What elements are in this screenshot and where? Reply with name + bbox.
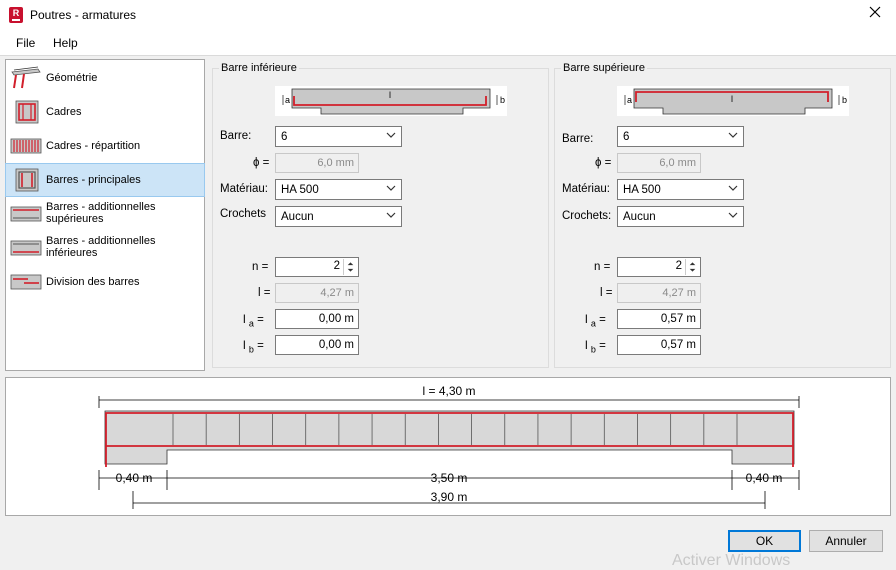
sidebar-item-barres-add-sup[interactable]: Barres - additionnelles supérieures: [6, 198, 204, 230]
diagram-label-l: l: [389, 90, 391, 100]
upper-l-label: l =: [600, 287, 613, 299]
sidebar-item-label: Barres - additionnelles supérieures: [46, 201, 156, 225]
menu-file[interactable]: File: [16, 36, 35, 50]
diagram-label-a: a: [627, 95, 632, 105]
upper-l-field: 4,27 m: [617, 283, 701, 303]
spin-arrows-icon[interactable]: [685, 259, 699, 275]
menu-divider: [0, 55, 896, 56]
upper-bar-select[interactable]: 6: [617, 126, 744, 147]
main-bars-icon: [15, 168, 39, 192]
lower-material-select[interactable]: HA 500: [275, 179, 402, 200]
sidebar-item-label: Cadres: [46, 106, 82, 118]
title-bar: R Poutres - armatures: [0, 0, 896, 31]
lower-hooks-label: Crochets: [220, 208, 267, 220]
chevron-down-icon: [728, 212, 738, 218]
lower-n-stepper[interactable]: 2: [275, 257, 359, 277]
lower-bar-diagram: a l b: [275, 86, 507, 116]
lower-additional-bars-icon: [10, 240, 42, 256]
cancel-button[interactable]: Annuler: [809, 530, 883, 552]
lower-bar-select[interactable]: 6: [275, 126, 402, 147]
chevron-down-icon: [386, 185, 396, 191]
beam-preview-panel: l = 4,30 m 0,40 m 3,50 m 0,40 m 3,90 m: [5, 377, 891, 516]
sidebar-item-cadres[interactable]: Cadres: [6, 96, 204, 128]
diagram-label-a: a: [285, 95, 290, 105]
upper-bar-diagram: a l b: [617, 86, 849, 116]
total-length-label: l = 4,30 m: [422, 384, 475, 398]
sidebar-item-division-barres[interactable]: Division des barres: [6, 266, 204, 298]
sidebar-item-barres-principales[interactable]: Barres - principales: [5, 163, 205, 197]
upper-bar-title: Barre supérieure: [561, 62, 647, 74]
lower-bar-select-value: 6: [281, 131, 288, 143]
close-icon[interactable]: [868, 5, 882, 24]
sidebar-item-label: Cadres - répartition: [46, 140, 141, 152]
chevron-down-icon: [386, 212, 396, 218]
upper-lb-input[interactable]: 0,57 m: [617, 335, 701, 355]
sidebar-item-barres-add-inf[interactable]: Barres - additionnelles inférieures: [6, 232, 204, 264]
beam-elevation-drawing: l = 4,30 m 0,40 m 3,50 m 0,40 m 3,90 m: [98, 384, 800, 509]
lower-hooks-select-value: Aucun: [281, 211, 314, 223]
upper-additional-bars-icon: [10, 206, 42, 222]
lower-bar-title: Barre inférieure: [219, 62, 299, 74]
diagram-label-l: l: [731, 94, 733, 104]
lower-n-label: n =: [252, 261, 269, 273]
upper-hooks-label: Crochets:: [562, 210, 612, 222]
menu-bar: File Help: [0, 31, 896, 55]
chevron-down-icon: [728, 132, 738, 138]
sidebar-nav: Géométrie Cadres Cadres - répartition Ba…: [5, 59, 205, 371]
chevron-down-icon: [728, 185, 738, 191]
upper-phi-field: 6,0 mm: [617, 153, 701, 173]
sidebar-item-label: Géométrie: [46, 72, 98, 84]
app-icon: R: [9, 7, 23, 23]
bar-division-icon: [10, 274, 42, 290]
stirrups-icon: [15, 100, 39, 124]
axis-span-label: 3,90 m: [431, 490, 468, 504]
upper-material-select-value: HA 500: [623, 184, 661, 196]
sidebar-item-geometrie[interactable]: Géométrie: [6, 62, 204, 94]
upper-material-select[interactable]: HA 500: [617, 179, 744, 200]
lower-material-label: Matériau:: [220, 183, 268, 195]
lower-phi-label: ϕ =: [253, 157, 270, 169]
beam-geometry-icon: [11, 66, 41, 89]
upper-n-stepper[interactable]: 2: [617, 257, 701, 277]
sidebar-item-label: Division des barres: [46, 276, 140, 288]
upper-la-input[interactable]: 0,57 m: [617, 309, 701, 329]
clear-span-label: 3,50 m: [431, 471, 468, 485]
left-support-label: 0,40 m: [116, 471, 153, 485]
upper-phi-label: ϕ =: [595, 157, 612, 169]
upper-n-label: n =: [594, 261, 611, 273]
window-title: Poutres - armatures: [30, 8, 137, 22]
lower-la-input[interactable]: 0,00 m: [275, 309, 359, 329]
upper-bar-label: Barre:: [562, 133, 594, 145]
upper-material-label: Matériau:: [562, 183, 610, 195]
upper-hooks-select[interactable]: Aucun: [617, 206, 744, 227]
right-support-label: 0,40 m: [746, 471, 783, 485]
lower-hooks-select[interactable]: Aucun: [275, 206, 402, 227]
lower-lb-input[interactable]: 0,00 m: [275, 335, 359, 355]
lower-n-value: 2: [333, 260, 340, 272]
lower-l-field: 4,27 m: [275, 283, 359, 303]
lower-phi-field: 6,0 mm: [275, 153, 359, 173]
lower-lb-label: l b =: [243, 338, 264, 355]
ok-button[interactable]: OK: [728, 530, 801, 552]
spin-arrows-icon[interactable]: [343, 259, 357, 275]
upper-lb-label: l b =: [585, 338, 606, 355]
stirrups-distribution-icon: [10, 138, 42, 154]
upper-hooks-select-value: Aucun: [623, 211, 656, 223]
windows-activation-watermark: Activer Windows: [672, 552, 791, 569]
lower-material-select-value: HA 500: [281, 184, 319, 196]
upper-n-value: 2: [675, 260, 682, 272]
lower-l-label: l =: [258, 287, 271, 299]
chevron-down-icon: [386, 132, 396, 138]
diagram-label-b: b: [500, 95, 505, 105]
menu-help[interactable]: Help: [53, 36, 78, 50]
sidebar-item-label: Barres - additionnelles inférieures: [46, 235, 156, 259]
upper-la-label: l a =: [585, 312, 606, 329]
upper-bar-select-value: 6: [623, 131, 630, 143]
sidebar-item-cadres-repartition[interactable]: Cadres - répartition: [6, 130, 204, 162]
lower-la-label: l a =: [243, 312, 264, 329]
diagram-label-b: b: [842, 95, 847, 105]
lower-bar-label: Barre:: [220, 130, 252, 142]
sidebar-item-label: Barres - principales: [46, 174, 141, 186]
